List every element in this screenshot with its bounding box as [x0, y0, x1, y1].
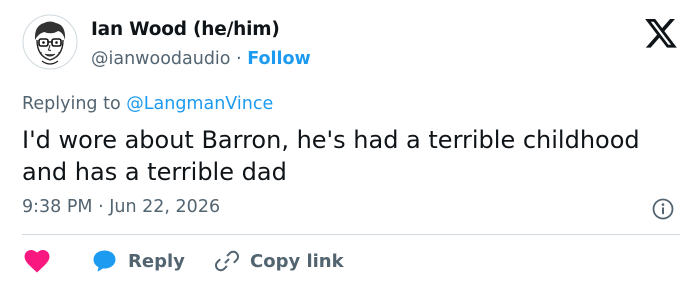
copy-link-label: Copy link — [250, 250, 344, 272]
copy-link-button[interactable]: Copy link — [215, 248, 344, 274]
tweet-timestamp[interactable]: 9:38 PM · Jun 22, 2026 — [22, 197, 220, 217]
follow-button[interactable]: Follow — [247, 49, 310, 69]
handle-separator: · — [236, 49, 242, 69]
x-logo-icon[interactable] — [645, 19, 677, 48]
reply-context-prefix: Replying to — [22, 94, 121, 114]
heart-icon — [24, 249, 50, 273]
tweet-text: I'd wore about Barron, he's had a terrib… — [22, 126, 640, 186]
author-handle-row: @ianwoodaudio · Follow — [91, 49, 311, 69]
like-button[interactable] — [24, 248, 50, 274]
reply-label: Reply — [128, 250, 185, 272]
tweet-time: 9:38 PM — [22, 197, 93, 217]
info-icon[interactable] — [652, 198, 674, 220]
speech-bubble-icon — [93, 250, 116, 272]
author-handle[interactable]: @ianwoodaudio — [91, 49, 231, 69]
tweet-date: Jun 22, 2026 — [109, 197, 221, 217]
reply-context: Replying to @LangmanVince — [22, 94, 273, 114]
reply-button[interactable]: Reply — [92, 248, 185, 274]
avatar[interactable] — [22, 14, 78, 70]
divider — [22, 234, 680, 235]
timestamp-separator: · — [98, 197, 104, 217]
reply-mention-link[interactable]: @LangmanVince — [126, 94, 273, 114]
author-display-name[interactable]: Ian Wood (he/him) — [91, 19, 280, 40]
link-icon — [215, 250, 239, 272]
